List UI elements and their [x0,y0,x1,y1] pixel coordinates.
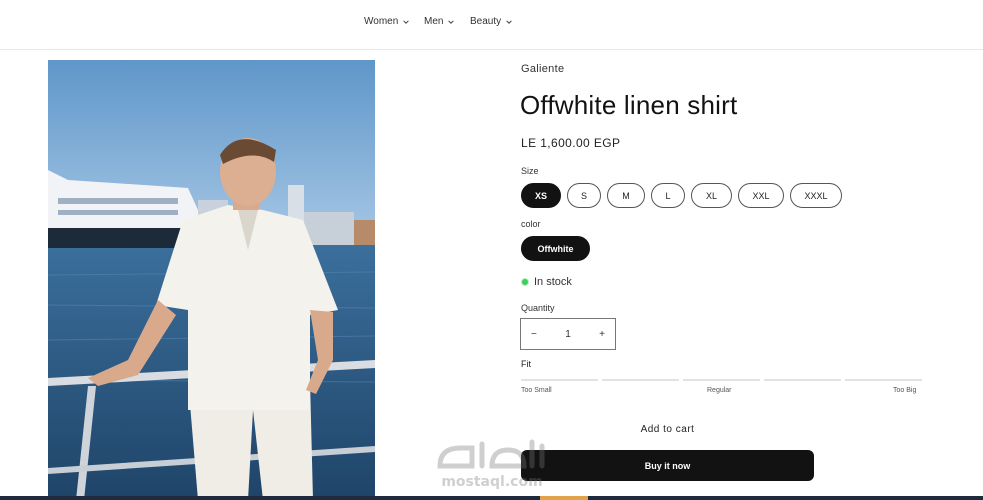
nav-item-label: Beauty [470,16,502,27]
stock-text: In stock [534,276,572,288]
fit-scale-too-big: Too Big [893,387,917,394]
color-option-offwhite[interactable]: Offwhite [521,236,590,261]
fit-scale-segment [683,379,760,381]
nav-item-men[interactable]: Men [424,16,455,27]
nav-item-label: Men [424,16,444,27]
nav-item-women[interactable]: Women [364,16,410,27]
stock-status: In stock [521,276,572,288]
fit-label: Fit [521,359,531,369]
size-label: Size [521,166,539,176]
size-option-xxxl[interactable]: XXXL [790,183,842,208]
bottom-edge-strip [0,496,983,500]
quantity-stepper: − 1 + [520,318,616,350]
product-price: LE 1,600.00 EGP [521,136,621,150]
product-vendor: Galiente [521,63,565,75]
quantity-input[interactable]: 1 [565,329,571,340]
chevron-down-icon [403,19,410,24]
fit-scale-segment [521,379,598,381]
size-option-xs[interactable]: XS [521,183,561,208]
quantity-increase-button[interactable]: + [599,329,605,340]
fit-scale-segment [764,379,841,381]
quantity-decrease-button[interactable]: − [531,329,537,340]
status-dot-icon [521,278,529,286]
fit-scale-segment [845,379,922,381]
product-page: Women Men Beauty Galiente Offwhite linen… [0,0,983,500]
bottom-edge-accent [540,496,588,500]
nav-item-beauty[interactable]: Beauty [470,16,513,27]
size-option-s[interactable]: S [567,183,601,208]
size-option-xl[interactable]: XL [691,183,732,208]
fit-scale-regular: Regular [707,387,732,394]
color-label: color [521,219,541,229]
fit-scale-too-small: Too Small [521,387,552,394]
top-navigation: Women Men Beauty [0,0,983,50]
fit-scale-segment [602,379,679,381]
quantity-label: Quantity [521,303,555,313]
size-options: XS S M L XL XXL XXXL [521,183,842,208]
nav-item-label: Women [364,16,399,27]
fit-scale-bars [521,379,922,381]
chevron-down-icon [448,19,455,24]
chevron-down-icon [506,19,512,24]
add-to-cart-button[interactable]: Add to cart [521,418,814,440]
product-photo-illustration [48,60,375,500]
product-title: Offwhite linen shirt [520,90,738,120]
size-option-l[interactable]: L [651,183,685,208]
product-image[interactable] [48,60,375,500]
size-option-xxl[interactable]: XXL [738,183,784,208]
buy-it-now-button[interactable]: Buy it now [521,450,814,481]
size-option-m[interactable]: M [607,183,645,208]
